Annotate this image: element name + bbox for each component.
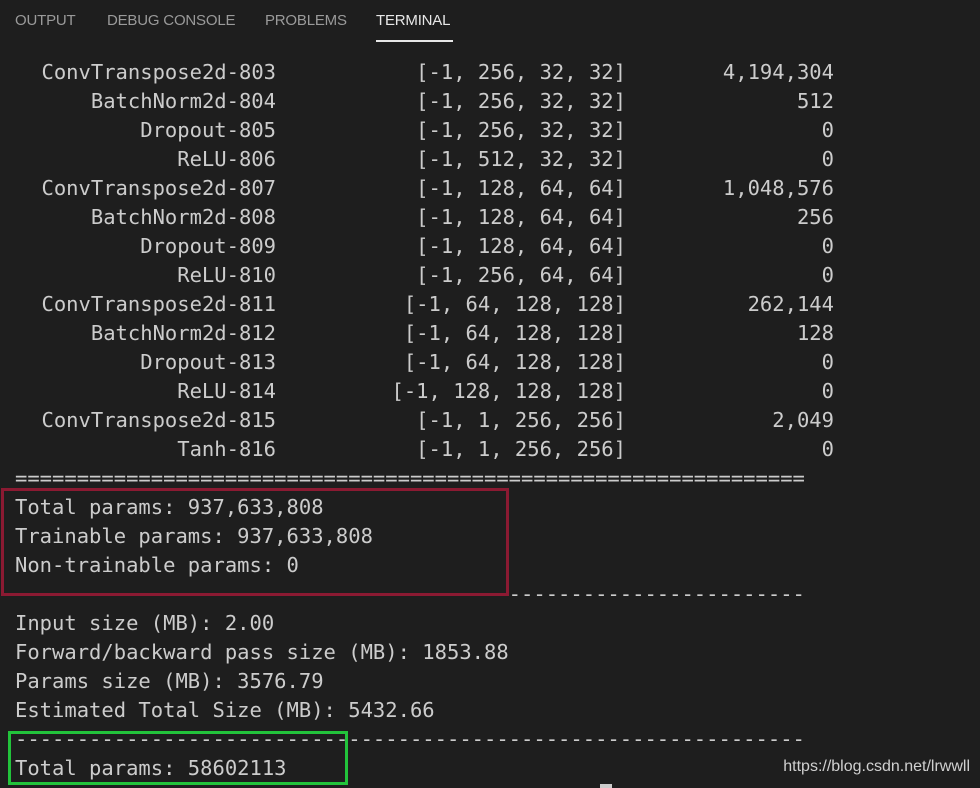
terminal-cursor	[600, 784, 612, 788]
layer-name: ReLU-810	[177, 263, 276, 287]
param-count: 0	[821, 147, 834, 171]
layer-name: Tanh-816	[177, 437, 276, 461]
param-count: 262,144	[747, 292, 834, 316]
table-row: ConvTranspose2d-811 [-1, 64, 128, 128] 262…	[0, 290, 980, 319]
layer-name: ConvTranspose2d-811	[41, 292, 277, 316]
param-count: 0	[821, 263, 834, 287]
tab-output[interactable]: OUTPUT	[15, 12, 76, 29]
layer-name: BatchNorm2d-808	[90, 205, 276, 229]
layer-name: ConvTranspose2d-815	[41, 408, 277, 432]
layer-name: ConvTranspose2d-803	[41, 60, 277, 84]
layer-name: BatchNorm2d-804	[90, 89, 276, 113]
layer-name: ConvTranspose2d-807	[41, 176, 277, 200]
table-row: ReLU-814 [-1, 128, 128, 128] 0	[0, 377, 980, 406]
tab-terminal[interactable]: TERMINAL	[376, 12, 450, 29]
panel-tab-bar: OUTPUT DEBUG CONSOLE PROBLEMS TERMINAL	[0, 0, 980, 44]
table-row: ConvTranspose2d-803 [-1, 256, 32, 32] 4,19…	[0, 58, 980, 87]
watermark-url: https://blog.csdn.net/lrwwll	[783, 758, 970, 775]
output-shape: [-1, 256, 64, 64]	[416, 263, 626, 287]
param-count: 0	[821, 118, 834, 142]
table-row: ConvTranspose2d-815 [-1, 1, 256, 256] 2,04…	[0, 406, 980, 435]
params-size-line: Params size (MB): 3576.79	[15, 669, 324, 693]
layer-name: ReLU-814	[177, 379, 276, 403]
terminal-panel: OUTPUT DEBUG CONSOLE PROBLEMS TERMINAL C…	[0, 0, 980, 788]
table-row: Tanh-816 [-1, 1, 256, 256] 0	[0, 435, 980, 464]
output-shape: [-1, 128, 128, 128]	[391, 379, 627, 403]
table-row: Dropout-805 [-1, 256, 32, 32] 0	[0, 116, 980, 145]
table-row: BatchNorm2d-808 [-1, 128, 64, 64] 256	[0, 203, 980, 232]
output-shape: [-1, 64, 128, 128]	[403, 292, 626, 316]
param-count: 0	[821, 437, 834, 461]
highlight-box-green	[8, 731, 348, 785]
param-count: 256	[796, 205, 834, 229]
layer-name: Dropout-809	[140, 234, 276, 258]
output-shape: [-1, 128, 64, 64]	[416, 176, 626, 200]
output-shape: [-1, 256, 32, 32]	[416, 60, 626, 84]
estimated-total-size-line: Estimated Total Size (MB): 5432.66	[15, 698, 435, 722]
layer-name: Dropout-813	[140, 350, 276, 374]
output-shape: [-1, 1, 256, 256]	[416, 437, 626, 461]
output-shape: [-1, 1, 256, 256]	[416, 408, 626, 432]
param-count: 0	[821, 350, 834, 374]
param-count: 2,049	[772, 408, 834, 432]
output-shape: [-1, 64, 128, 128]	[403, 350, 626, 374]
output-shape: [-1, 512, 32, 32]	[416, 147, 626, 171]
param-count: 4,194,304	[722, 60, 834, 84]
layer-name: ReLU-806	[177, 147, 276, 171]
output-shape: [-1, 128, 64, 64]	[416, 205, 626, 229]
param-count: 1,048,576	[722, 176, 834, 200]
output-shape: [-1, 128, 64, 64]	[416, 234, 626, 258]
table-row: Dropout-809 [-1, 128, 64, 64] 0	[0, 232, 980, 261]
table-row: ReLU-810 [-1, 256, 64, 64] 0	[0, 261, 980, 290]
output-shape: [-1, 256, 32, 32]	[416, 89, 626, 113]
table-row: ReLU-806 [-1, 512, 32, 32] 0	[0, 145, 980, 174]
layer-name: Dropout-805	[140, 118, 276, 142]
output-shape: [-1, 256, 32, 32]	[416, 118, 626, 142]
output-shape: [-1, 64, 128, 128]	[403, 321, 626, 345]
highlight-box-red	[1, 488, 509, 596]
input-size-line: Input size (MB): 2.00	[15, 611, 275, 635]
param-count: 128	[796, 321, 834, 345]
tab-debug-console[interactable]: DEBUG CONSOLE	[107, 12, 235, 29]
table-row: BatchNorm2d-804 [-1, 256, 32, 32] 512	[0, 87, 980, 116]
layer-name: BatchNorm2d-812	[90, 321, 276, 345]
table-row: Dropout-813 [-1, 64, 128, 128] 0	[0, 348, 980, 377]
table-row: ConvTranspose2d-807 [-1, 128, 64, 64] 1,04…	[0, 174, 980, 203]
param-count: 0	[821, 379, 834, 403]
tab-problems[interactable]: PROBLEMS	[265, 12, 347, 29]
param-count: 512	[796, 89, 834, 113]
active-tab-indicator	[376, 40, 453, 42]
forward-backward-size-line: Forward/backward pass size (MB): 1853.88	[15, 640, 509, 664]
param-count: 0	[821, 234, 834, 258]
table-row: BatchNorm2d-812 [-1, 64, 128, 128] 128	[0, 319, 980, 348]
